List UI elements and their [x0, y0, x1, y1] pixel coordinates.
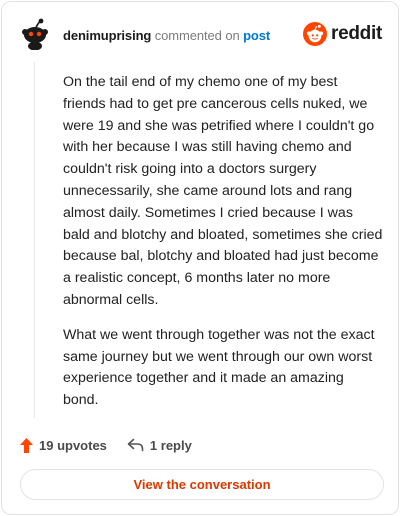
view-conversation-button[interactable]: View the conversation: [20, 469, 384, 500]
reply-arrow-icon: [127, 438, 144, 452]
comment-header: denimuprising commented on post reddit: [19, 18, 382, 54]
reddit-brand[interactable]: reddit: [303, 21, 382, 47]
post-link[interactable]: post: [243, 28, 270, 43]
reply-count: 1 reply: [149, 437, 192, 453]
comment-meta: denimuprising commented on post: [63, 28, 270, 43]
thread-line: [34, 62, 35, 418]
embedded-comment-card: denimuprising commented on post reddit O…: [1, 1, 399, 515]
comment-paragraph: What we went through together was not th…: [63, 326, 375, 409]
upvote-arrow-icon: [19, 437, 34, 454]
comment-paragraph: On the tail end of my chemo one of my be…: [63, 74, 383, 308]
upvote-button[interactable]: 19 upvotes: [19, 437, 107, 454]
comment-author[interactable]: denimuprising: [63, 28, 151, 43]
reply-button[interactable]: 1 reply: [127, 438, 192, 453]
upvote-count: 19 upvotes: [39, 437, 107, 453]
comment-action-text: commented on: [154, 28, 240, 43]
comment-body: On the tail end of my chemo one of my be…: [63, 72, 383, 425]
reddit-wordmark: reddit: [331, 23, 382, 44]
comment-actions: 19 upvotes 1 reply: [19, 435, 192, 455]
reddit-logo-icon: [303, 22, 328, 46]
snoo-avatar-icon[interactable]: [19, 18, 49, 51]
